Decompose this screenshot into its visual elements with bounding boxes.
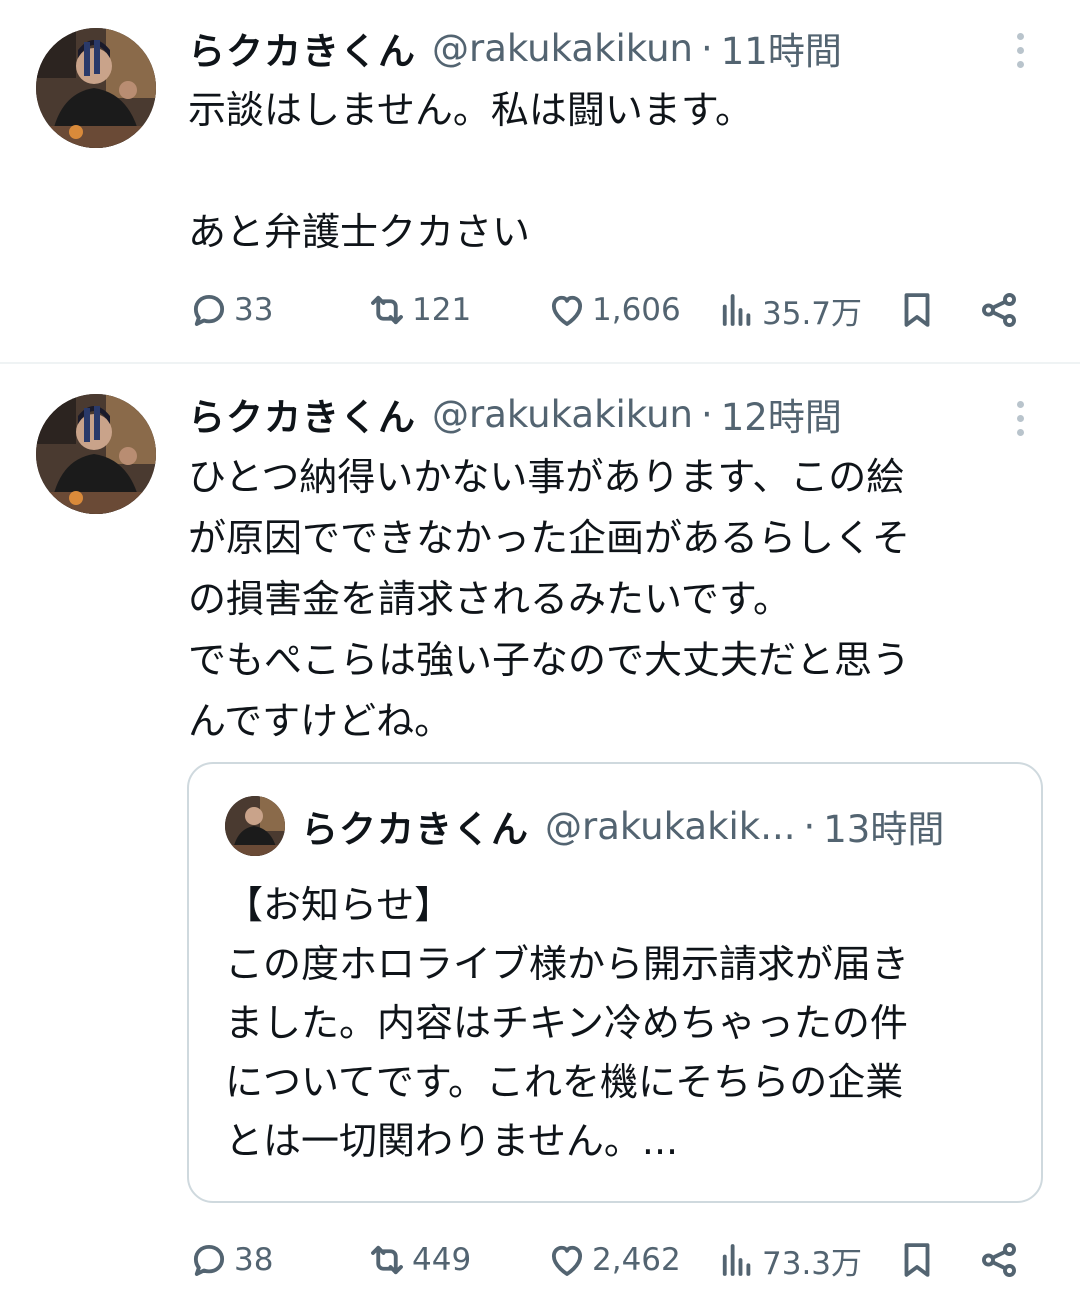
more-dots-icon[interactable] — [1004, 20, 1036, 80]
tweet-text-line: あと弁護士クカさい — [188, 210, 531, 254]
views-count: 73.3万 — [762, 1245, 863, 1282]
avatar[interactable] — [36, 28, 156, 148]
views-chart-icon — [722, 294, 751, 326]
like-count: 1,606 — [592, 292, 681, 328]
quoted-tweet-header: らクカきくん @rakukakik... · 13時間 — [301, 796, 944, 856]
author-handle[interactable]: @rakukakikun — [432, 393, 693, 436]
timestamp[interactable]: 12時間 — [721, 387, 842, 441]
quoted-text-line: ました。内容はチキン冷めちゃったの件 — [225, 1001, 908, 1045]
retweet-icon — [371, 295, 403, 325]
tweet-header: らクカきくん @rakukakikun · 11時間 — [188, 18, 842, 78]
tweet-text: ひとつ納得いかない事があります、この絵 が原因でできなかった企画があるらしくそ … — [188, 447, 1028, 752]
tweet-header: らクカきくん @rakukakikun · 12時間 — [188, 384, 842, 444]
quoted-text-line: 【お知らせ】 — [225, 883, 453, 927]
action-bar: 38 449 2,462 73.3万 — [188, 1234, 1038, 1286]
retweet-button[interactable]: 449 — [366, 1234, 471, 1286]
separator-dot: · — [803, 804, 816, 848]
share-icon — [982, 1243, 1016, 1277]
reply-icon — [193, 1244, 225, 1276]
bookmark-icon — [904, 1243, 930, 1277]
more-dots-icon[interactable] — [1004, 388, 1036, 448]
reply-count: 38 — [234, 1242, 274, 1278]
retweet-button[interactable]: 121 — [366, 284, 471, 336]
reply-icon — [193, 294, 225, 326]
share-icon — [982, 293, 1016, 327]
action-bar: 33 121 1,606 35.7万 — [188, 284, 1038, 336]
tweet-text: 示談はしません。私は闘います。 あと弁護士クカさい — [188, 80, 1028, 263]
views-count: 35.7万 — [762, 295, 863, 332]
reply-button[interactable]: 38 — [188, 1234, 273, 1286]
quoted-tweet-text: 【お知らせ】 この度ホロライブ様から開示請求が届き ました。内容はチキン冷めちゃ… — [225, 876, 1015, 1171]
retweet-count: 121 — [412, 292, 472, 328]
views-chart-icon — [722, 1244, 751, 1276]
share-button[interactable] — [978, 1234, 1020, 1286]
separator-dot: · — [700, 392, 713, 436]
heart-icon — [551, 1245, 583, 1276]
tweet[interactable]: らクカきくん @rakukakikun · 11時間 示談はしません。私は闘いま… — [0, 0, 1080, 362]
timestamp: 13時間 — [823, 808, 945, 851]
like-button[interactable]: 1,606 — [546, 284, 681, 336]
tweet-text-line: が原因でできなかった企画があるらしくそ — [188, 516, 911, 560]
timestamp[interactable]: 11時間 — [721, 21, 842, 75]
author-handle[interactable]: @rakukakikun — [432, 27, 693, 70]
tweet[interactable]: らクカきくん @rakukakikun · 12時間 ひとつ納得いかない事があり… — [0, 364, 1080, 1303]
tweet-text-line: ひとつ納得いかない事があります、この絵 — [188, 455, 905, 499]
bookmark-icon — [904, 293, 930, 327]
separator-dot: · — [700, 26, 713, 70]
avatar[interactable] — [36, 394, 156, 514]
author-name[interactable]: らクカきくん — [188, 387, 416, 441]
quoted-text-line: についてです。これを機にそちらの企業 — [225, 1060, 904, 1104]
views-button[interactable]: 73.3万 — [716, 1234, 862, 1286]
tweet-text-line: 示談はしません。私は闘います。 — [188, 88, 754, 132]
retweet-icon — [371, 1245, 403, 1275]
author-name[interactable]: らクカきくん — [188, 21, 416, 75]
retweet-count: 449 — [412, 1242, 472, 1278]
quoted-text-line: とは一切関わりません。... — [225, 1119, 679, 1163]
reply-button[interactable]: 33 — [188, 284, 273, 336]
tweet-text-line: でもぺこらは強い子なので大丈夫だと思う — [188, 638, 911, 682]
author-name: らクカきくん — [301, 808, 529, 851]
bookmark-button[interactable] — [896, 1234, 938, 1286]
share-button[interactable] — [978, 284, 1020, 336]
heart-icon — [551, 295, 583, 326]
avatar[interactable] — [225, 796, 285, 856]
views-button[interactable]: 35.7万 — [716, 284, 862, 336]
author-handle: @rakukakik... — [545, 804, 796, 848]
tweet-text-line: んですけどね。 — [188, 699, 453, 743]
tweet-text-line: の損害金を請求されるみたいです。 — [188, 577, 792, 621]
reply-count: 33 — [234, 292, 274, 328]
tweet-text-line — [188, 141, 1028, 202]
bookmark-button[interactable] — [896, 284, 938, 336]
quoted-tweet[interactable]: らクカきくん @rakukakik... · 13時間 【お知らせ】 この度ホロ… — [187, 762, 1043, 1203]
quoted-text-line: この度ホロライブ様から開示請求が届き — [225, 942, 910, 986]
like-count: 2,462 — [592, 1242, 681, 1278]
like-button[interactable]: 2,462 — [546, 1234, 681, 1286]
